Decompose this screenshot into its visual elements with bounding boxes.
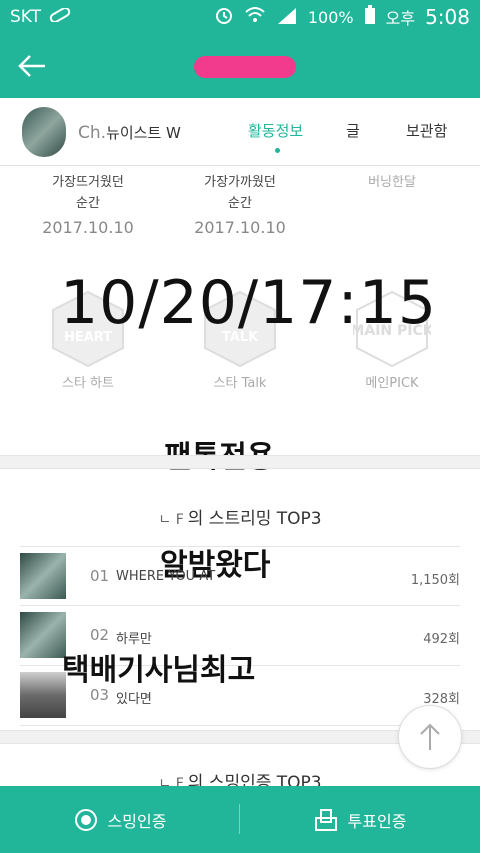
vote-box-icon [314,808,337,831]
channel-header: Ch.뉴이스트 W 활동정보 글 보관함 [0,98,480,166]
badge-label: 메인PICK [365,376,419,391]
tab-activity[interactable]: 활동정보 [248,120,303,141]
wifi-icon [244,6,266,28]
datetime-overlay: 10/20/17:15 [60,268,438,338]
vote-verify-button[interactable]: 투표인증 [240,786,480,853]
channel-avatar[interactable] [22,107,66,157]
carrier-label: SKT [10,7,42,27]
stream-target-icon [74,808,97,831]
moment-title: 가장가까웠던 [204,175,276,190]
battery-icon [364,5,376,29]
stream-verify-label: 스밍인증 [107,811,167,831]
moment-title: 가장뜨거웠던 [52,175,124,190]
title-redaction [194,56,296,78]
signal-icon [276,6,298,28]
section-divider [0,455,480,469]
alarm-icon [214,5,234,29]
battery-percent: 100% [307,7,354,27]
moment-date: 2017.10.10 [42,218,134,237]
back-button[interactable] [14,48,50,84]
app-bar [0,34,480,98]
track-rank: 01 [90,567,110,585]
track-count: 1,150회 [410,573,460,588]
back-arrow-icon [18,55,45,77]
character-icon: ㄴ F [158,512,184,528]
album-thumbnail [20,612,66,658]
delivery-overlay: 택배기사님최고 [62,653,256,688]
pill-icon [49,7,71,27]
ampm-label: 오후 [385,9,416,28]
album-thumbnail [20,553,66,599]
moment-closest: 가장가까웠던 순간 2017.10.10 [160,172,320,237]
album-thumbnail [20,672,66,718]
status-bar: SKT 100% 오후 5:08 [0,0,480,34]
moment-date: 2017.10.10 [194,218,286,237]
moment-burning: 버닝한달 [312,172,472,193]
clock-time: 5:08 [425,5,470,29]
bottom-separator [239,804,240,834]
vote-verify-label: 투표인증 [347,811,407,831]
track-count: 492회 [423,632,460,647]
active-tab-indicator [275,148,280,153]
stream-verify-button[interactable]: 스밍인증 [0,786,240,853]
fan-only-overlay: 팬톡전용 [164,432,274,476]
tab-archive[interactable]: 보관함 [406,120,447,141]
arrow-up-icon [420,723,440,750]
badge-label: 스타 Talk [213,376,267,391]
moment-title: 순간 [228,196,252,211]
track-rank: 02 [90,626,110,644]
track-title: WHERE YOU AT [116,569,216,584]
moment-title: 순간 [76,196,100,211]
tab-posts[interactable]: 글 [346,120,360,141]
bottom-action-bar: 스밍인증 투표인증 [0,786,480,853]
track-row[interactable]: 01 WHERE YOU AT 1,150회 [20,546,460,606]
moment-title: 버닝한달 [368,175,416,190]
streaming-title-text: 의 스트리밍 TOP3 [187,509,322,529]
track-title: 있다면 [116,692,152,707]
channel-title: 뉴이스트 W [106,124,181,142]
moment-hottest: 가장뜨거웠던 순간 2017.10.10 [8,172,168,237]
streaming-section-title: ㄴ F의 스트리밍 TOP3 [0,504,480,529]
scroll-top-button[interactable] [398,705,462,769]
channel-name[interactable]: Ch.뉴이스트 W [78,122,181,143]
channel-prefix: Ch. [78,123,107,143]
badge-label: 스타 하트 [62,376,114,391]
